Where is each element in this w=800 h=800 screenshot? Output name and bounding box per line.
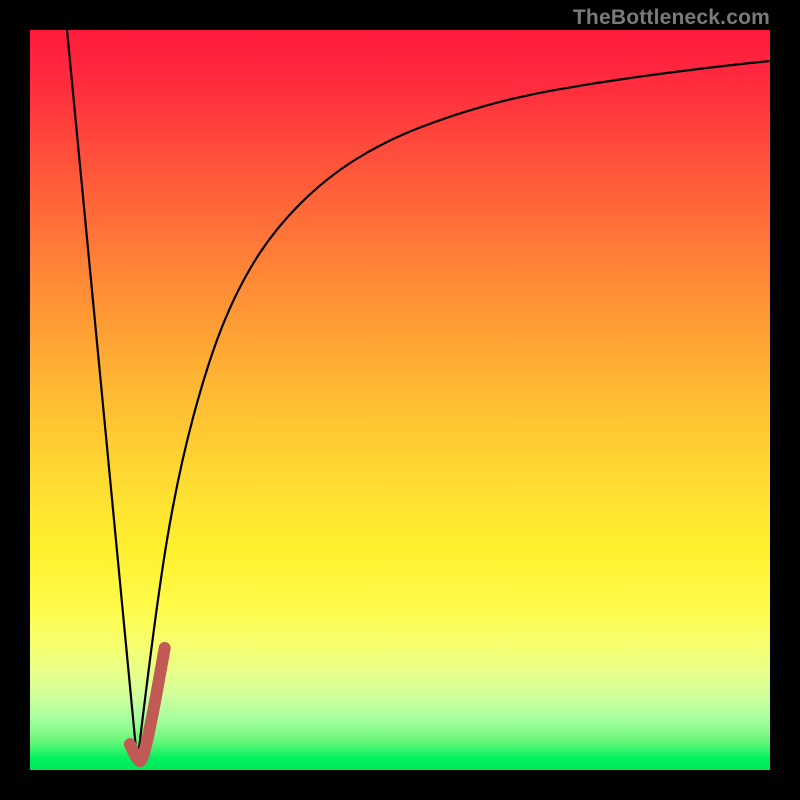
series-left-line (67, 30, 137, 763)
chart-frame: TheBottleneck.com (0, 0, 800, 800)
series-right-curve (137, 61, 770, 763)
chart-svg (30, 30, 770, 770)
watermark-text: TheBottleneck.com (573, 6, 770, 30)
series-marker-j (130, 648, 165, 761)
